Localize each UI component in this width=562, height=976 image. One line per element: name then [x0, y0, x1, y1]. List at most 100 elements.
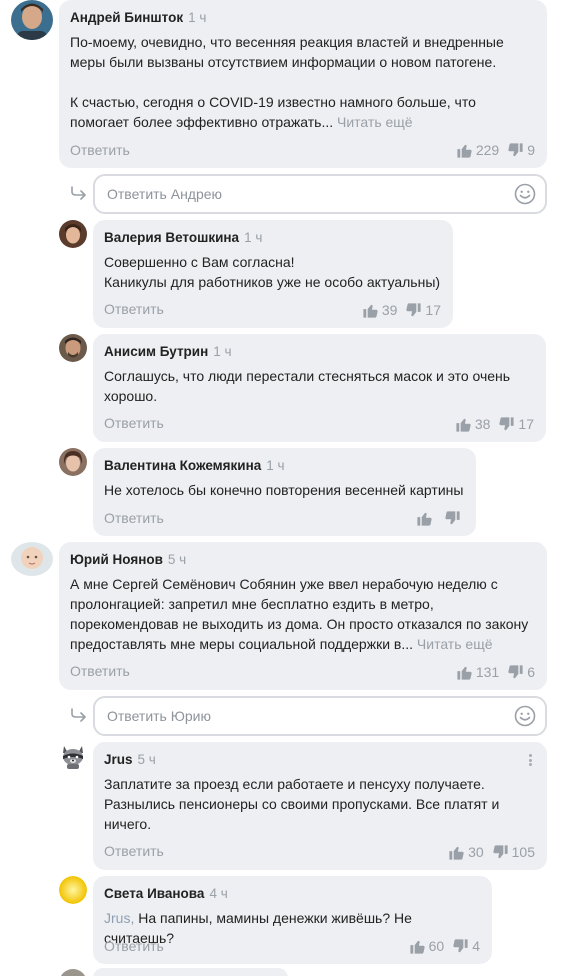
comment-time: 1 ч	[188, 10, 207, 25]
emoji-icon[interactable]	[514, 705, 536, 727]
reply-arrow-icon	[71, 186, 86, 200]
comment-author[interactable]: Андрей Биншток	[70, 10, 183, 25]
like-button[interactable]: 30	[448, 844, 484, 861]
more-options-icon[interactable]	[523, 752, 537, 768]
vote-bar: 38 17	[455, 414, 534, 434]
comment-time: 4 ч	[209, 886, 228, 901]
read-more-link[interactable]: Читать ещё	[417, 636, 493, 652]
comment-author[interactable]: Анисим Бутрин	[104, 344, 208, 359]
reply-button[interactable]: Ответить	[104, 415, 164, 431]
comment-author[interactable]: Jrus	[104, 752, 133, 767]
reply-button[interactable]: Ответить	[104, 301, 164, 317]
thumbs-up-icon	[363, 304, 378, 318]
thumbs-down-icon	[508, 142, 523, 156]
comment-time: 1 ч	[266, 458, 285, 473]
comment-card: Анисим Бутрин 1 ч Соглашусь, что люди пер…	[93, 334, 546, 442]
like-button[interactable]: 38	[455, 416, 491, 433]
reply-input[interactable]	[107, 698, 505, 734]
dislike-button[interactable]: 6	[507, 664, 535, 681]
like-count: 229	[475, 142, 500, 158]
comment-paragraph: По-моему, очевидно, что весенняя реакция…	[70, 34, 504, 70]
comment-time: 5 ч	[137, 752, 156, 767]
avatar-anisim[interactable]	[59, 334, 87, 362]
avatar-jrus[interactable]	[59, 742, 87, 770]
avatar-sun-icon	[59, 876, 87, 904]
avatar-sveta[interactable]	[59, 876, 87, 904]
comment-time: 1 ч	[244, 230, 263, 245]
reply-input[interactable]	[107, 176, 505, 212]
avatar-yuri[interactable]	[11, 542, 53, 576]
thumbs-up-icon	[417, 512, 432, 526]
avatar-andrey[interactable]	[11, 0, 53, 40]
comment-card: Валерия Ветошкина 1 ч Совершенно с Вам со…	[93, 220, 453, 328]
comment-paragraph: Заплатите за проезд если работаете и пен…	[104, 776, 500, 832]
like-count: 60	[428, 938, 445, 954]
thumbs-up-icon	[457, 666, 472, 680]
avatar-man-icon	[11, 0, 53, 40]
like-button[interactable]	[416, 510, 436, 527]
vote-bar: 39 17	[362, 300, 441, 320]
mention-link[interactable]: Jrus,	[104, 910, 134, 926]
reply-button[interactable]: Ответить	[104, 938, 164, 954]
reply-button[interactable]: Ответить	[70, 663, 130, 679]
avatar-raccoon-icon	[59, 742, 87, 770]
emoji-icon[interactable]	[514, 183, 536, 205]
comment-text: Заплатите за проезд если работаете и пен…	[104, 774, 524, 834]
vote-bar	[416, 508, 464, 528]
dislike-count: 17	[425, 302, 441, 318]
reply-arrow-icon	[71, 708, 86, 722]
thumbs-up-icon	[410, 940, 425, 954]
comment-time: 1 ч	[213, 344, 232, 359]
vote-bar: 30 105	[448, 842, 535, 862]
reply-button[interactable]: Ответить	[104, 510, 164, 526]
comment-text: Соглашусь, что люди перестали стесняться…	[104, 366, 524, 406]
vote-bar: 131 6	[456, 662, 535, 682]
dislike-count: 6	[527, 664, 535, 680]
thumbs-down-icon	[499, 416, 515, 430]
avatar-valentina[interactable]	[59, 448, 87, 476]
like-count: 30	[468, 844, 484, 860]
avatar-next[interactable]	[59, 969, 87, 976]
comment-paragraph: Соглашусь, что люди перестали стесняться…	[104, 368, 511, 404]
thumbs-down-icon	[406, 302, 422, 316]
avatar-woman-icon	[59, 220, 87, 248]
avatar-baby-icon	[11, 542, 53, 576]
thumbs-up-icon	[456, 418, 471, 432]
avatar-valeria[interactable]	[59, 220, 87, 248]
comment-author[interactable]: Валерия Ветошкина	[104, 230, 239, 245]
like-button[interactable]: 229	[456, 142, 499, 159]
like-button[interactable]: 60	[409, 938, 445, 955]
like-button[interactable]: 39	[362, 302, 398, 319]
comment-text: Не хотелось бы конечно повторения весенн…	[104, 480, 469, 500]
like-count: 39	[381, 302, 398, 318]
read-more-link[interactable]: Читать ещё	[337, 114, 413, 130]
reply-box	[93, 696, 547, 736]
comment-paragraph: Совершенно с Вам согласна!	[104, 254, 295, 270]
thumbs-down-icon	[445, 510, 460, 524]
comment-author[interactable]: Валентина Кожемякина	[104, 458, 261, 473]
vote-bar: 229 9	[456, 140, 535, 160]
vote-bar: 60 4	[409, 936, 480, 956]
dislike-count: 17	[518, 416, 534, 432]
comment-author[interactable]: Юрий Ноянов	[70, 552, 163, 567]
dislike-button[interactable]: 17	[498, 416, 534, 433]
dislike-button[interactable]	[444, 510, 464, 527]
comment-paragraph: Каникулы для работников уже не особо акт…	[104, 274, 441, 290]
comment-text: По-моему, очевидно, что весенняя реакция…	[70, 32, 520, 132]
comment-card: Света Иванова 4 ч Jrus, На папины, мамины…	[93, 876, 492, 964]
comment-card: Валентина Кожемякина 1 ч Не хотелось бы к…	[93, 448, 476, 536]
dislike-button[interactable]: 9	[507, 142, 535, 159]
comment-author[interactable]: Света Иванова	[104, 886, 204, 901]
dislike-button[interactable]: 17	[405, 302, 441, 319]
like-button[interactable]: 131	[456, 664, 499, 681]
dislike-button[interactable]: 4	[452, 938, 480, 955]
dislike-count: 105	[511, 844, 535, 860]
reply-button[interactable]: Ответить	[70, 142, 130, 158]
comment-card: Андрей Биншток 1 ч По-моему, очевидно, чт…	[59, 0, 547, 168]
like-count: 38	[474, 416, 491, 432]
avatar-woman-icon	[59, 448, 87, 476]
reply-button[interactable]: Ответить	[104, 843, 164, 859]
comment-paragraph-text: К счастью, сегодня о COVID-19 известно н…	[70, 94, 476, 130]
comment-card-next	[93, 968, 288, 976]
dislike-button[interactable]: 105	[492, 844, 535, 861]
